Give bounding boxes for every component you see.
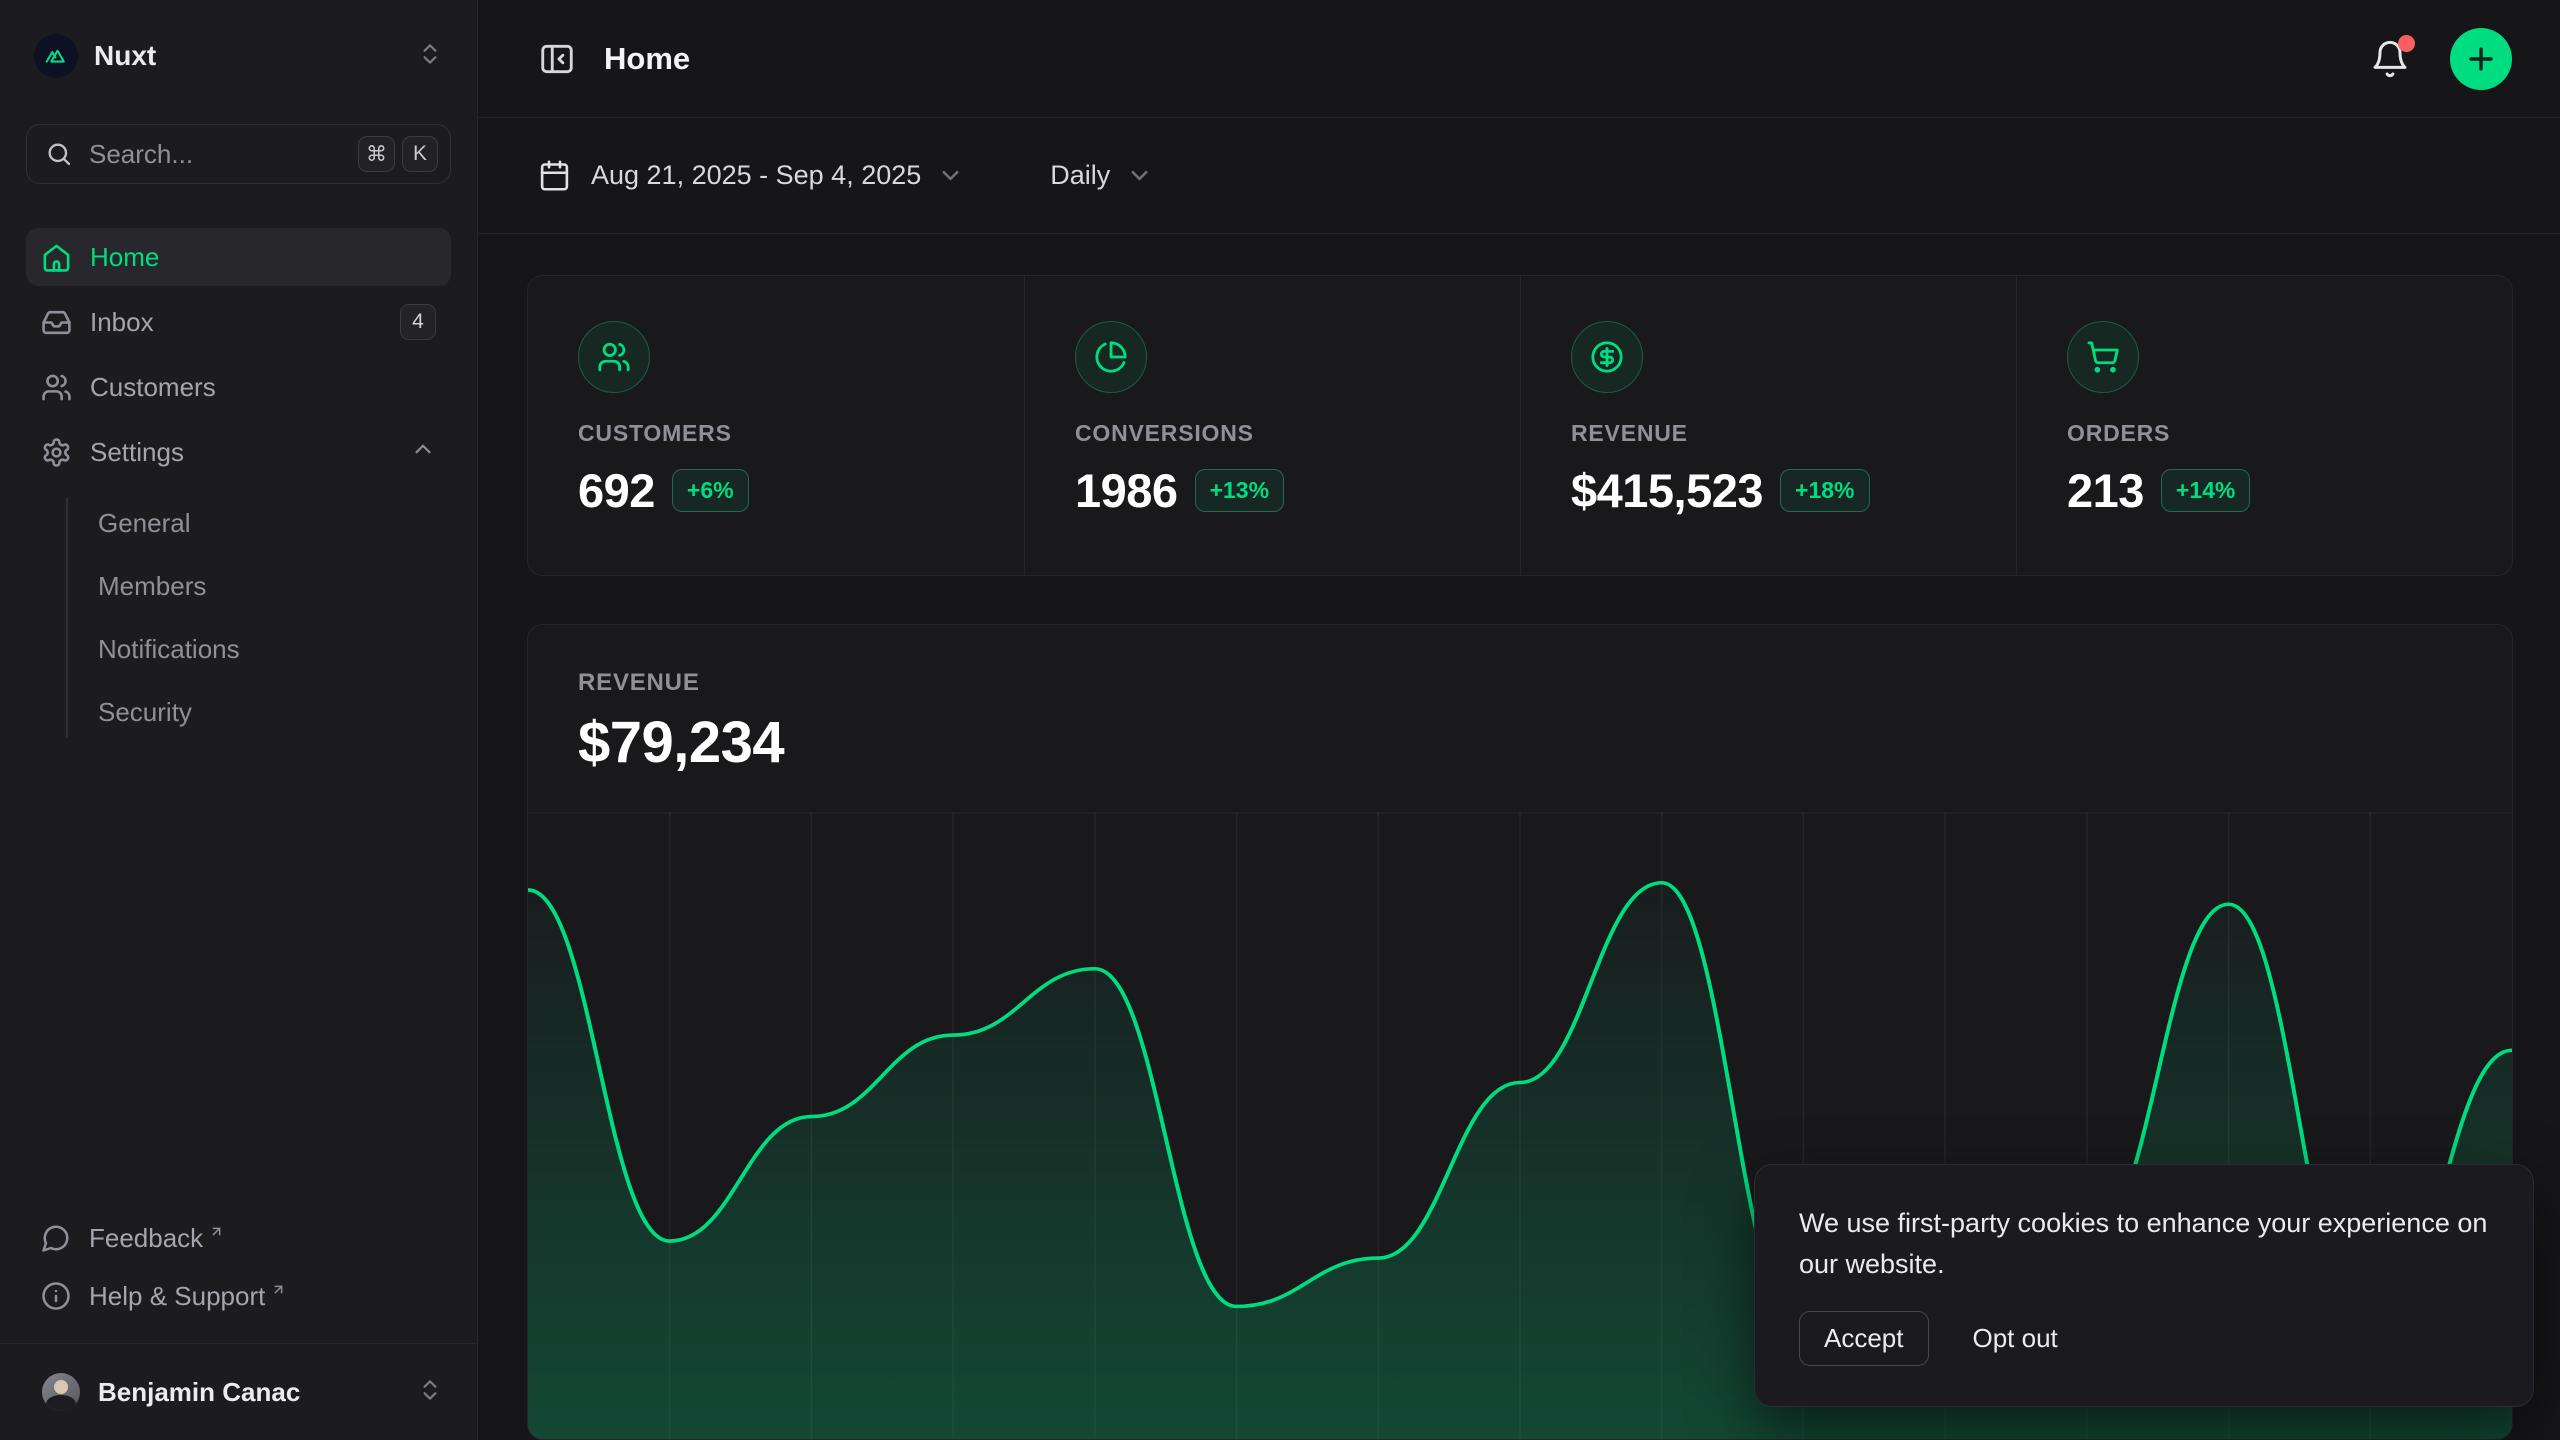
sidebar-collapse-button[interactable] [538, 40, 576, 78]
sidebar-item-help-support[interactable]: Help & Support [26, 1267, 451, 1325]
sidebar-item-general[interactable]: General [26, 492, 451, 555]
stat-card-conversions[interactable]: CONVERSIONS 1986 +13% [1024, 276, 1520, 575]
stat-label: REVENUE [1571, 420, 2016, 447]
stat-label: ORDERS [2067, 420, 2512, 447]
sidebar-item-label: Inbox [90, 307, 400, 338]
notification-dot [2398, 35, 2415, 52]
sidebar-item-inbox[interactable]: Inbox 4 [26, 293, 451, 351]
stat-delta-badge: +14% [2161, 469, 2250, 512]
dashboard-page: Nuxt Search... ⌘ K Home Inbox [0, 0, 2560, 1440]
shopping-cart-icon [2086, 340, 2120, 374]
sidebar-item-security[interactable]: Security [26, 681, 451, 744]
stat-delta-badge: +6% [672, 469, 749, 512]
stat-value: 692 [578, 463, 655, 518]
inbox-icon [41, 307, 72, 338]
sidebar-item-notifications[interactable]: Notifications [26, 618, 451, 681]
stat-delta-badge: +18% [1780, 469, 1869, 512]
gear-icon [41, 437, 72, 468]
stat-card-orders[interactable]: ORDERS 213 +14% [2016, 276, 2512, 575]
search-icon [45, 140, 73, 168]
chevrons-up-down-icon [417, 1377, 443, 1408]
brand-name: Nuxt [94, 40, 417, 72]
revenue-total: $79,234 [578, 709, 2462, 776]
external-link-icon [209, 1215, 224, 1246]
add-button[interactable] [2450, 28, 2512, 90]
sidebar-nav: Home Inbox 4 Customers Settings Ge [26, 228, 451, 744]
stat-value: 213 [2067, 463, 2144, 518]
subnav-label: General [98, 508, 191, 539]
home-icon [41, 242, 72, 273]
external-link-icon [271, 1273, 286, 1304]
chevron-up-icon [410, 436, 436, 469]
chevron-down-icon [1126, 162, 1153, 189]
pie-chart-icon [1094, 340, 1128, 374]
plus-icon [2464, 42, 2498, 76]
subnav-label: Members [98, 571, 206, 602]
date-range-picker[interactable]: Aug 21, 2025 - Sep 4, 2025 [538, 159, 964, 192]
stat-icon-circle [2067, 321, 2139, 393]
cookie-message: We use first-party cookies to enhance yo… [1799, 1203, 2489, 1285]
info-circle-icon [41, 1281, 71, 1311]
message-bubble-icon [41, 1223, 71, 1253]
cookie-banner: We use first-party cookies to enhance yo… [1754, 1164, 2534, 1407]
kbd-k: K [402, 136, 438, 172]
team-switcher[interactable]: Nuxt [26, 30, 451, 82]
sidebar-spacer [0, 744, 477, 1209]
calendar-icon [538, 159, 571, 192]
stat-card-customers[interactable]: CUSTOMERS 692 +6% [528, 276, 1024, 575]
chevrons-up-down-icon [417, 41, 443, 72]
accept-button[interactable]: Accept [1799, 1311, 1929, 1366]
stat-label: CUSTOMERS [578, 420, 1024, 447]
user-name: Benjamin Canac [98, 1377, 417, 1408]
top-header: Home [478, 0, 2560, 118]
stat-card-revenue[interactable]: REVENUE $415,523 +18% [1520, 276, 2016, 575]
page-title: Home [604, 41, 2370, 77]
granularity-select[interactable]: Daily [1050, 160, 1153, 191]
stat-value: $415,523 [1571, 463, 1763, 518]
sidebar-item-label: Settings [90, 437, 410, 468]
users-icon [41, 372, 72, 403]
panel-left-icon [538, 40, 576, 78]
stat-icon-circle [578, 321, 650, 393]
sidebar-item-members[interactable]: Members [26, 555, 451, 618]
stat-delta-badge: +13% [1195, 469, 1284, 512]
stat-icon-circle [1075, 321, 1147, 393]
search-placeholder: Search... [89, 139, 358, 170]
search-input[interactable]: Search... ⌘ K [26, 124, 451, 184]
user-menu[interactable]: Benjamin Canac [0, 1343, 477, 1440]
stat-icon-circle [1571, 321, 1643, 393]
settings-subnav: General Members Notifications Security [26, 492, 451, 744]
inbox-count-badge: 4 [400, 304, 436, 340]
stats-strip: CUSTOMERS 692 +6% CONVERSIONS 1986 +13% [527, 275, 2513, 576]
sidebar-item-home[interactable]: Home [26, 228, 451, 286]
sidebar: Nuxt Search... ⌘ K Home Inbox [0, 0, 478, 1440]
sidebar-item-label: Home [90, 242, 436, 273]
notifications-button[interactable] [2370, 39, 2410, 79]
footer-link-label: Help & Support [89, 1281, 265, 1312]
date-range-value: Aug 21, 2025 - Sep 4, 2025 [591, 160, 921, 191]
sidebar-item-customers[interactable]: Customers [26, 358, 451, 416]
avatar [42, 1373, 80, 1411]
chevron-down-icon [937, 162, 964, 189]
sidebar-item-feedback[interactable]: Feedback [26, 1209, 451, 1267]
granularity-value: Daily [1050, 160, 1110, 191]
stat-label: CONVERSIONS [1075, 420, 1520, 447]
subnav-label: Security [98, 697, 192, 728]
nuxt-logo-icon [34, 34, 78, 78]
sidebar-item-label: Customers [90, 372, 436, 403]
revenue-label: REVENUE [578, 669, 2462, 697]
kbd-cmd: ⌘ [358, 136, 395, 172]
footer-link-label: Feedback [89, 1223, 203, 1254]
subnav-label: Notifications [98, 634, 240, 665]
users-icon [597, 340, 631, 374]
filter-bar: Aug 21, 2025 - Sep 4, 2025 Daily [478, 118, 2560, 234]
sidebar-item-settings[interactable]: Settings [26, 423, 451, 481]
opt-out-button[interactable]: Opt out [1973, 1323, 2058, 1354]
stat-value: 1986 [1075, 463, 1178, 518]
dollar-circle-icon [1590, 340, 1624, 374]
